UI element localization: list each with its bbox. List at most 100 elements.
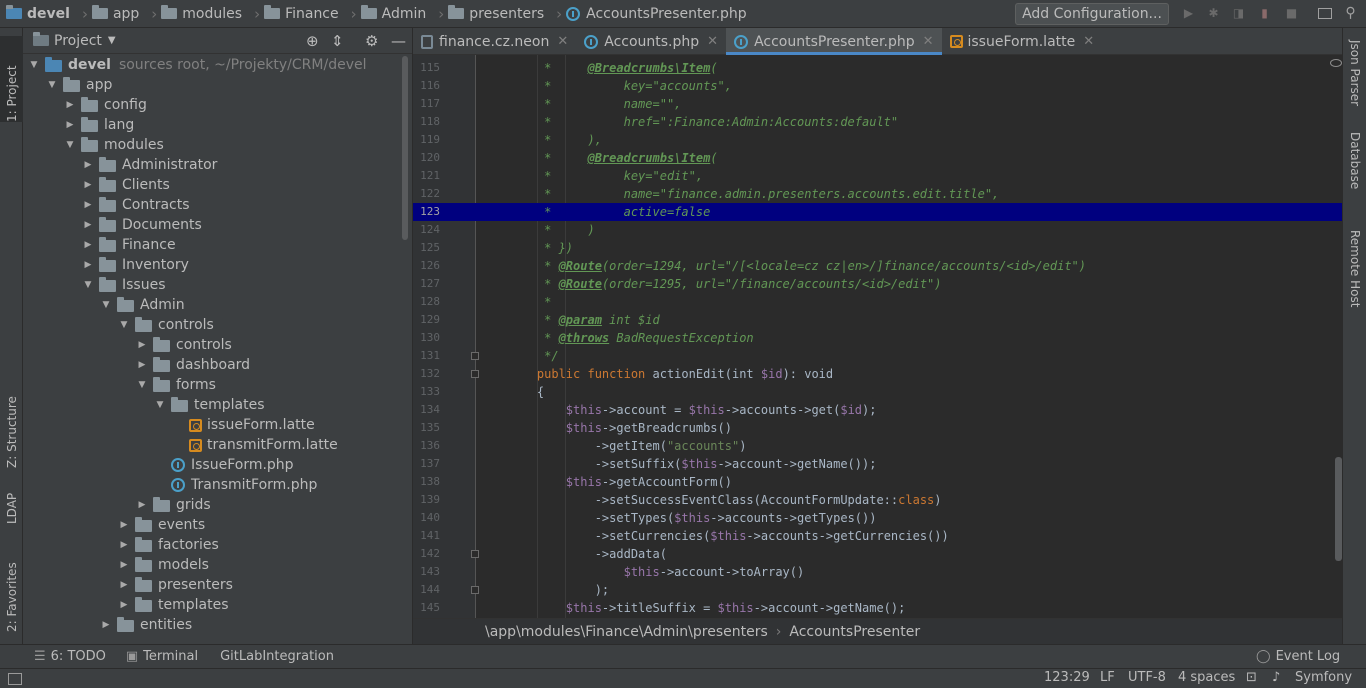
line-number[interactable]: 132 [413, 365, 440, 383]
tree-item-dashboard[interactable]: ▶ dashboard [135, 355, 250, 375]
gear-icon[interactable]: ⚙ [365, 32, 378, 50]
code-line[interactable]: 129 * @param int $id [413, 311, 1342, 329]
chevron-down-icon[interactable]: ▼ [99, 300, 113, 310]
code-line[interactable]: 117 * name="", [413, 95, 1342, 113]
chevron-right-icon[interactable]: ▶ [81, 180, 95, 190]
line-number[interactable]: 123 [413, 203, 440, 221]
file-encoding[interactable]: UTF-8 [1128, 670, 1166, 685]
line-number[interactable]: 134 [413, 401, 440, 419]
fold-marker-icon[interactable] [471, 370, 479, 378]
tree-item-events[interactable]: ▶ events [117, 515, 205, 535]
tree-item-issueform-latte[interactable]: issueForm.latte [171, 415, 315, 435]
tree-item-forms[interactable]: ▼ forms [135, 375, 216, 395]
line-number[interactable]: 133 [413, 383, 440, 401]
chevron-right-icon[interactable]: ▶ [117, 600, 131, 610]
tree-item-issues[interactable]: ▼ Issues [81, 275, 166, 295]
code-line[interactable]: 145 $this->titleSuffix = $this->account-… [413, 599, 1342, 617]
tree-item-lang[interactable]: ▶ lang [63, 115, 134, 135]
chevron-right-icon[interactable]: ▶ [81, 200, 95, 210]
tree-item-models[interactable]: ▶ models [117, 555, 209, 575]
code-line[interactable]: 140 ->setTypes($this->accounts->getTypes… [413, 509, 1342, 527]
tab-favorites[interactable]: 2: Favorites [0, 540, 23, 640]
editor-tab[interactable]: Accounts.php ✕ [576, 28, 726, 55]
tab-json-parser[interactable]: Json Parser [1343, 36, 1366, 120]
code-line[interactable]: 126 * @Route(order=1294, url="/[<locale=… [413, 257, 1342, 275]
line-number[interactable]: 126 [413, 257, 440, 275]
breadcrumb-item[interactable]: › AccountsPresenter.php [544, 0, 747, 28]
breadcrumb-item[interactable]: › modules [139, 0, 242, 28]
code-line[interactable]: 137 ->setSuffix($this->account->getName(… [413, 455, 1342, 473]
breadcrumb-item[interactable]: › app [70, 0, 139, 28]
tree-item-controls[interactable]: ▶ controls [135, 335, 232, 355]
code-line[interactable]: 116 * key="accounts", [413, 77, 1342, 95]
line-number[interactable]: 140 [413, 509, 440, 527]
chevron-right-icon[interactable]: ▶ [81, 220, 95, 230]
code-line[interactable]: 144 ); [413, 581, 1342, 599]
collapse-all-icon[interactable]: ⇕ [331, 32, 344, 50]
search-everywhere-icon[interactable]: ⚲ [1344, 6, 1357, 20]
line-number[interactable]: 143 [413, 563, 440, 581]
line-number[interactable]: 116 [413, 77, 440, 95]
code-line[interactable]: 123 * active=false [413, 203, 1342, 221]
chevron-down-icon[interactable]: ▼ [27, 60, 41, 70]
code-line[interactable]: 127 * @Route(order=1295, url="/finance/a… [413, 275, 1342, 293]
tree-item-templates[interactable]: ▼ templates [153, 395, 265, 415]
debug-icon[interactable]: ✱ [1207, 7, 1220, 20]
fold-marker-icon[interactable] [471, 352, 479, 360]
chevron-right-icon[interactable]: ▶ [117, 520, 131, 530]
line-number[interactable]: 135 [413, 419, 440, 437]
tree-item-issueform-php[interactable]: IssueForm.php [153, 455, 294, 475]
line-number[interactable]: 141 [413, 527, 440, 545]
event-log-button[interactable]: ◯ Event Log [1256, 649, 1340, 664]
line-number[interactable]: 136 [413, 437, 440, 455]
caret-position[interactable]: 123:29 [1044, 670, 1090, 685]
line-number[interactable]: 115 [413, 59, 440, 77]
gitlab-integration-button[interactable]: GitLabIntegration [220, 649, 334, 664]
chevron-down-icon[interactable]: ▼ [45, 80, 59, 90]
tab-remote-host[interactable]: Remote Host [1343, 226, 1366, 326]
chevron-down-icon[interactable]: ▼ [108, 35, 116, 46]
tree-root[interactable]: ▼ devel sources root, ~/Projekty/CRM/dev… [27, 55, 367, 75]
line-number[interactable]: 125 [413, 239, 440, 257]
line-number[interactable]: 118 [413, 113, 440, 131]
tree-item-factories[interactable]: ▶ factories [117, 535, 219, 555]
code-line[interactable]: 131 */ [413, 347, 1342, 365]
code-line[interactable]: 132 public function actionEdit(int $id):… [413, 365, 1342, 383]
code-line[interactable]: 115 * @Breadcrumbs\Item( [413, 59, 1342, 77]
line-number[interactable]: 145 [413, 599, 440, 617]
code-line[interactable]: 119 * ), [413, 131, 1342, 149]
profile-icon[interactable]: ▮ [1258, 7, 1271, 20]
hide-icon[interactable]: — [391, 32, 406, 50]
chevron-right-icon[interactable]: ▶ [81, 160, 95, 170]
tree-item-transmitform-latte[interactable]: transmitForm.latte [171, 435, 338, 455]
close-icon[interactable]: ✕ [1083, 34, 1094, 49]
tree-item-finance[interactable]: ▶ Finance [81, 235, 176, 255]
tab-project[interactable]: 1: Project [0, 36, 23, 122]
tree-item-administrator[interactable]: ▶ Administrator [81, 155, 217, 175]
breadcrumb-item[interactable]: › Admin [339, 0, 427, 28]
project-panel-title[interactable]: Project [54, 33, 102, 49]
code-editor[interactable]: 115 * @Breadcrumbs\Item(116 * key="accou… [413, 55, 1342, 618]
code-line[interactable]: 130 * @throws BadRequestException [413, 329, 1342, 347]
code-line[interactable]: 124 * ) [413, 221, 1342, 239]
lock-icon[interactable]: ⊡ [1246, 670, 1257, 685]
tree-item-config[interactable]: ▶ config [63, 95, 147, 115]
line-number[interactable]: 131 [413, 347, 440, 365]
tree-item-clients[interactable]: ▶ Clients [81, 175, 170, 195]
chevron-down-icon[interactable]: ▼ [153, 400, 167, 410]
line-number[interactable]: 121 [413, 167, 440, 185]
stop-icon[interactable]: ■ [1285, 7, 1298, 20]
tab-ldap[interactable]: LDAP [0, 474, 23, 534]
tree-item-documents[interactable]: ▶ Documents [81, 215, 202, 235]
breadcrumb-item[interactable]: › Finance [242, 0, 339, 28]
code-line[interactable]: 138 $this->getAccountForm() [413, 473, 1342, 491]
chevron-right-icon[interactable]: ▶ [99, 620, 113, 630]
code-line[interactable]: 141 ->setCurrencies($this->accounts->get… [413, 527, 1342, 545]
code-line[interactable]: 143 $this->account->toArray() [413, 563, 1342, 581]
chevron-right-icon[interactable]: ▶ [117, 560, 131, 570]
project-structure-icon[interactable] [1318, 8, 1332, 19]
tree-item-admin[interactable]: ▼ Admin [99, 295, 185, 315]
line-number[interactable]: 139 [413, 491, 440, 509]
code-line[interactable]: 133 { [413, 383, 1342, 401]
todo-button[interactable]: ☰ 6: TODO [34, 649, 106, 664]
